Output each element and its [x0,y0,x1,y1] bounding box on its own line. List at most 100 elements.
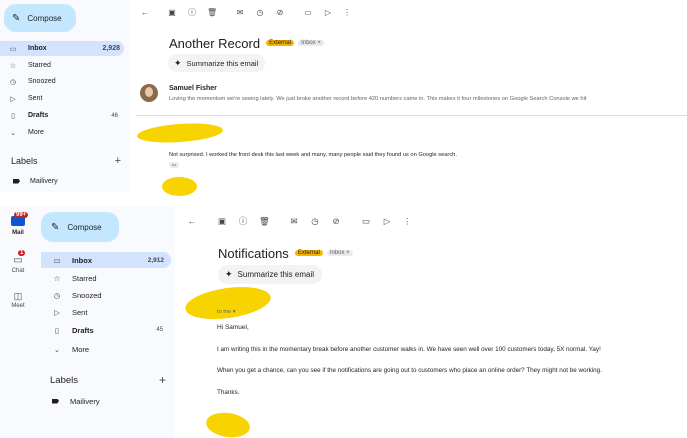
sidebar-item-starred[interactable]: ☆ Starred [0,58,124,73]
mark-unread-icon[interactable]: ✉ [289,216,299,227]
sidebar-item-label: Inbox [28,45,47,52]
message-toolbar: ← ▣ ⓘ 🗑 ✉ ◷ ⊘ ▭ ▷ ⋮ [140,5,390,19]
label-icon[interactable]: ▷ [382,216,392,227]
add-label-icon[interactable]: + [115,155,121,167]
sidebar-item-more[interactable]: ⌄ More [41,341,171,357]
add-task-icon[interactable]: ⊘ [275,8,285,17]
move-to-icon[interactable]: ▭ [361,216,371,227]
clock-icon: ◷ [9,78,17,86]
sender-name: Samuel Fisher [169,85,217,92]
labels-section: Labels + [11,154,121,168]
clock-icon: ◷ [53,290,61,300]
compose-button[interactable]: ✎ Compose [41,212,119,242]
send-icon: ▷ [10,95,16,103]
sidebar-item-label: Sent [28,95,43,102]
avatar-face [145,87,153,97]
rail-meet[interactable]: ◫ Meet [0,291,36,309]
sidebar-item-snoozed[interactable]: ◷ Snoozed [41,287,171,303]
move-to-icon[interactable]: ▭ [303,8,313,17]
draft-icon: ▯ [54,325,60,335]
unread-count: 2,928 [102,45,120,52]
label-name: Mailivery [30,177,58,185]
label-icon[interactable]: ▷ [323,8,333,17]
draft-icon: ▯ [11,112,15,120]
app-rail [0,207,36,438]
labels-heading: Labels [11,156,38,166]
page-title: Notifications [218,245,289,261]
sidebar-item-sent[interactable]: ▷ Sent [41,304,171,320]
sidebar-item-snoozed[interactable]: ◷ Snoozed [0,74,124,89]
summarize-button[interactable]: ✦ Summarize this email [168,54,265,72]
email-greeting: Hi Samuel, [217,324,249,331]
email-subject: Another Record External Inbox × [169,34,324,52]
chevron-down-icon: ⌄ [53,344,61,354]
sidebar-item-label: Inbox [72,255,92,265]
sidebar-item-inbox[interactable]: ▭ Inbox 2,928 [0,41,124,56]
report-spam-icon[interactable]: ⓘ [187,7,197,18]
inbox-label-chip[interactable]: Inbox × [298,40,324,46]
archive-icon[interactable]: ▣ [167,8,177,17]
message-toolbar: ← ▣ ⓘ 🗑 ✉ ◷ ⊘ ▭ ▷ ⋮ [187,214,447,228]
sidebar-item-starred[interactable]: ☆ Starred [41,270,171,286]
chat-icon: ▭ [13,255,23,266]
summarize-label: Summarize this email [186,58,259,68]
redaction-mark [183,282,273,324]
more-options-icon[interactable]: ⋮ [343,8,351,17]
add-task-icon[interactable]: ⊘ [331,216,341,227]
report-spam-icon[interactable]: ⓘ [238,215,248,227]
message-divider [136,115,687,116]
sidebar-item-label: Drafts [72,325,94,335]
redaction-mark [204,410,252,438]
sparkle-icon: ✦ [174,57,182,68]
send-icon: ▷ [54,307,60,317]
sidebar-item-label: Snoozed [28,78,56,85]
pen-icon: ✎ [12,12,21,24]
sidebar-item-label: Drafts [28,112,49,119]
add-label-icon[interactable]: + [159,373,166,387]
summarize-label: Summarize this email [237,270,315,279]
avatar[interactable] [140,84,158,102]
labels-heading: Labels [50,374,78,386]
page-title: Another Record [169,35,261,51]
label-item-mailivery[interactable]: Mailivery [13,174,123,188]
external-badge: External [266,40,295,46]
sidebar-item-drafts[interactable]: ▯ Drafts 46 [0,108,124,123]
delete-icon[interactable]: 🗑 [207,8,217,17]
sidebar-item-drafts[interactable]: ▯ Drafts 45 [41,322,171,338]
sparkle-icon: ✦ [225,269,233,279]
archive-icon[interactable]: ▣ [217,216,227,227]
sidebar-item-sent[interactable]: ▷ Sent [0,91,124,106]
sidebar-item-inbox[interactable]: ▭ Inbox 2,912 [41,252,171,268]
snooze-icon[interactable]: ◷ [255,8,265,17]
rail-chat[interactable]: ▭ Chat [0,255,36,275]
sidebar-item-more[interactable]: ⌄ More [0,125,124,140]
sidebar-item-label: Snoozed [72,290,102,300]
mark-unread-icon[interactable]: ✉ [235,8,245,17]
star-icon: ☆ [53,273,61,283]
compose-label: Compose [27,13,62,23]
email-paragraph: I am writing this in the momentary break… [217,346,601,353]
email-signoff: Thanks. [217,389,240,396]
rail-label: Mail [12,230,24,236]
label-item-mailivery[interactable]: Mailivery [52,394,162,408]
chevron-down-icon: ⌄ [10,129,16,137]
inbox-label-chip[interactable]: Inbox × [326,250,353,256]
compose-button[interactable]: ✎ Compose [4,4,76,32]
rail-mail[interactable]: Mail [0,216,36,236]
star-icon: ☆ [9,62,17,70]
show-trimmed-button[interactable]: ••• [169,162,179,168]
email-subject: Notifications External Inbox × [218,244,353,262]
labels-section: Labels + [50,373,166,387]
delete-icon[interactable]: 🗑 [259,216,270,227]
recipient-toggle[interactable]: to me ▾ [217,309,236,315]
redaction-mark [136,121,224,145]
snooze-icon[interactable]: ◷ [310,216,320,227]
back-arrow-icon[interactable]: ← [187,216,197,226]
label-name: Mailivery [70,396,100,406]
meet-icon: ◫ [13,291,23,301]
summarize-button[interactable]: ✦ Summarize this email [218,265,322,284]
back-arrow-icon[interactable]: ← [140,8,150,17]
rail-label: Meet [11,303,25,309]
inbox-icon: ▭ [9,45,17,53]
more-options-icon[interactable]: ⋮ [403,216,412,227]
